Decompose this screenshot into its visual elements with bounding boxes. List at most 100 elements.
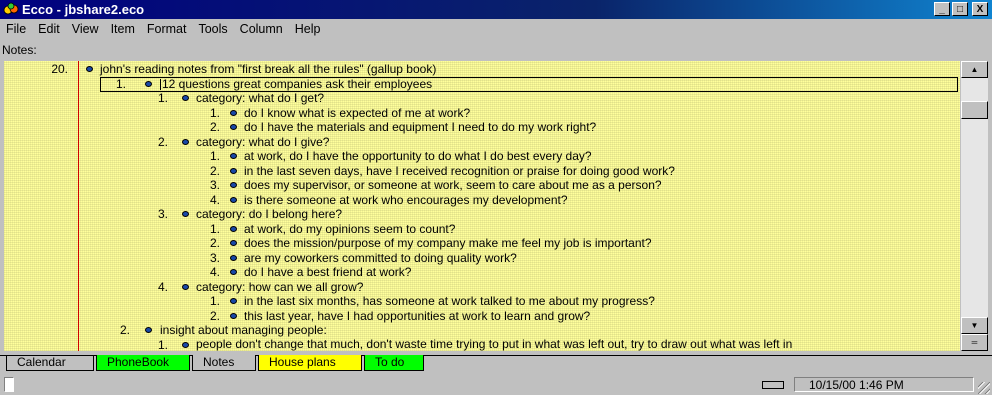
bullet-icon[interactable] [230, 240, 237, 246]
outline-item[interactable]: 3. does my supervisor, or someone at work… [4, 178, 960, 193]
bullet-icon[interactable] [230, 153, 237, 159]
bullet-icon[interactable] [182, 283, 189, 290]
tab-calendar[interactable]: Calendar [6, 355, 94, 371]
bullet-icon[interactable] [230, 167, 237, 174]
text-cursor [160, 78, 161, 90]
outline-item[interactable]: 2. category: what do I give? [4, 135, 960, 150]
outline-item[interactable]: 1. in the last six months, has someone at… [4, 294, 960, 309]
item-text[interactable]: does the mission/purpose of my company m… [244, 236, 652, 250]
item-text[interactable]: john's reading notes from "first break a… [100, 62, 436, 76]
bullet-icon[interactable] [230, 254, 237, 261]
title-bar[interactable]: Ecco - jbshare2.eco _ □ X [0, 0, 992, 19]
item-text[interactable]: are my coworkers committed to doing qual… [244, 251, 517, 265]
item-text[interactable]: category: do I belong here? [196, 207, 342, 221]
item-text[interactable]: category: how can we all grow? [196, 280, 363, 294]
bullet-icon[interactable] [182, 211, 189, 217]
menu-format[interactable]: Format [141, 21, 193, 40]
menu-item[interactable]: Item [105, 21, 141, 40]
maximize-button[interactable]: □ [952, 2, 968, 16]
item-number: 1. [157, 337, 168, 352]
bullet-icon[interactable] [230, 312, 237, 319]
ecco-app-icon[interactable] [3, 2, 19, 17]
outline-item-selected[interactable]: 1. 12 questions great companies ask their… [100, 76, 958, 92]
outline-item[interactable]: 3. are my coworkers committed to doing qu… [4, 251, 960, 266]
outline-item[interactable]: 2. does the mission/purpose of my company… [4, 236, 960, 251]
outline-item[interactable]: 4. category: how can we all grow? [4, 280, 960, 295]
scroll-split-button[interactable]: ═ [961, 334, 988, 351]
tab-phonebook[interactable]: PhoneBook [96, 355, 190, 371]
keyboard-icon [762, 381, 784, 389]
outline-item[interactable]: 2. in the last seven days, have I receive… [4, 164, 960, 179]
menu-help[interactable]: Help [289, 21, 327, 40]
bullet-icon[interactable] [182, 95, 189, 101]
menu-column[interactable]: Column [234, 21, 289, 40]
outline-view[interactable]: 20. john's reading notes from "first brea… [4, 61, 960, 351]
bullet-icon[interactable] [182, 341, 189, 348]
item-text[interactable]: people don't change that much, don't was… [196, 337, 896, 351]
bullet-icon[interactable] [230, 196, 237, 203]
window-title: Ecco - jbshare2.eco [22, 2, 145, 17]
item-text[interactable]: at work, do my opinions seem to count? [244, 222, 455, 236]
scroll-thumb[interactable] [961, 101, 988, 119]
menu-bar: File Edit View Item Format Tools Column … [0, 21, 992, 40]
menu-file[interactable]: File [0, 21, 32, 40]
notebook-tabs: Calendar PhoneBook Notes House plans To … [0, 355, 992, 373]
item-text[interactable]: insight about managing people: [160, 323, 327, 337]
item-number: 3. [157, 207, 168, 221]
item-text[interactable]: category: what do I give? [196, 135, 329, 149]
item-text[interactable]: do I have the materials and equipment I … [244, 120, 596, 134]
item-number: 2. [209, 120, 220, 134]
outline-item[interactable]: 3. category: do I belong here? [4, 207, 960, 222]
outline-item[interactable]: 20. john's reading notes from "first brea… [4, 62, 960, 77]
menu-view[interactable]: View [66, 21, 105, 40]
item-text[interactable]: do I have a best friend at work? [244, 265, 411, 279]
item-text[interactable]: in the last seven days, have I received … [244, 164, 675, 178]
outline-item[interactable]: 2. do I have the materials and equipment … [4, 120, 960, 135]
item-number: 2. [157, 134, 168, 149]
item-text[interactable]: in the last six months, has someone at w… [244, 294, 655, 308]
outline-item[interactable]: 4. do I have a best friend at work? [4, 265, 960, 280]
bullet-icon[interactable] [230, 225, 237, 232]
minimize-button[interactable]: _ [934, 2, 950, 16]
item-number: 2. [209, 163, 220, 178]
bullet-icon[interactable] [230, 298, 237, 304]
menu-edit[interactable]: Edit [32, 21, 66, 40]
resize-grip-icon[interactable] [978, 382, 990, 394]
bullet-icon[interactable] [230, 269, 237, 275]
item-text-content: 12 questions great companies ask their e… [162, 76, 433, 91]
outline-item[interactable]: 2. this last year, have I had opportuniti… [4, 309, 960, 324]
item-text[interactable]: category: what do I get? [196, 91, 324, 105]
item-text[interactable]: at work, do I have the opportunity to do… [244, 149, 592, 163]
item-number: 4. [157, 279, 168, 294]
tab-house-plans[interactable]: House plans [258, 355, 362, 371]
bullet-icon[interactable] [182, 138, 189, 145]
item-number: 1. [116, 76, 127, 91]
item-text[interactable]: is there someone at work who encourages … [244, 193, 568, 207]
scroll-down-button[interactable]: ▼ [961, 317, 988, 334]
bullet-icon[interactable] [230, 109, 237, 116]
outline-item[interactable]: 1. do I know what is expected of me at wo… [4, 106, 960, 121]
menu-tools[interactable]: Tools [192, 21, 233, 40]
outline-item[interactable]: 4. is there someone at work who encourage… [4, 193, 960, 208]
tab-to-do[interactable]: To do [364, 355, 424, 371]
bullet-icon[interactable] [145, 327, 152, 333]
vertical-scrollbar[interactable]: ▲ ▼ ═ [961, 61, 988, 351]
outline-item[interactable]: 1. at work, do I have the opportunity to … [4, 149, 960, 164]
item-text[interactable]: 12 questions great companies ask their e… [160, 77, 432, 91]
tab-notes[interactable]: Notes [192, 355, 256, 371]
outline-item[interactable]: 1. at work, do my opinions seem to count? [4, 222, 960, 237]
item-text[interactable]: does my supervisor, or someone at work, … [244, 178, 662, 192]
outline-item[interactable]: 1. people don't change that much, don't w… [4, 337, 960, 352]
bullet-icon[interactable] [86, 66, 93, 72]
bullet-icon[interactable] [230, 182, 237, 188]
close-button[interactable]: X [972, 2, 988, 16]
status-indicator [4, 377, 14, 392]
outline-item[interactable]: 1. category: what do I get? [4, 91, 960, 106]
status-datetime: 10/15/00 1:46 PM [794, 377, 974, 392]
item-text[interactable]: do I know what is expected of me at work… [244, 106, 470, 120]
outline-item[interactable]: 2. insight about managing people: [4, 323, 960, 338]
item-text[interactable]: this last year, have I had opportunities… [244, 309, 590, 323]
bullet-icon[interactable] [145, 80, 152, 87]
scroll-up-button[interactable]: ▲ [961, 61, 988, 78]
bullet-icon[interactable] [230, 124, 237, 130]
